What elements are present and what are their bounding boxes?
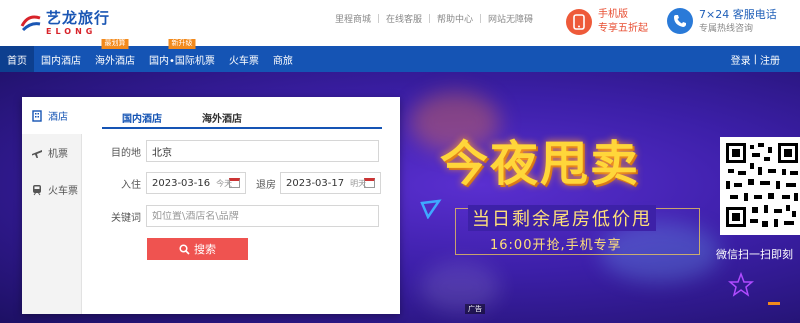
logo-mark-icon <box>20 12 42 34</box>
product-tabs: 酒店 机票 火车票 <box>22 97 82 314</box>
banner-headline: 今夜甩卖 <box>440 136 641 192</box>
register-link[interactable]: 注册 <box>760 52 780 67</box>
nav-label: 海外酒店 <box>95 55 135 67</box>
carousel-indicator[interactable] <box>768 302 780 305</box>
nav-item-home[interactable]: 首页 <box>0 46 34 72</box>
mobile-promo-title: 手机版 <box>598 9 628 20</box>
nav-label: 国内•国际机票 <box>149 55 215 67</box>
keyword-label: 关键词 <box>111 212 141 224</box>
nav-badge: 最划算 <box>101 39 129 49</box>
qr-code-icon <box>720 137 800 235</box>
nav-label: 首页 <box>7 55 27 67</box>
product-tab-label: 酒店 <box>48 112 68 123</box>
checkout-label: 退房 <box>256 179 276 191</box>
product-tab-flight[interactable]: 机票 <box>22 134 81 171</box>
train-icon <box>31 184 43 196</box>
nav-item-business[interactable]: 商旅 <box>266 46 300 72</box>
top-link-online-service[interactable]: 在线客服 <box>386 12 422 25</box>
logo-text-en: ELONG <box>46 26 97 36</box>
main-nav: 首页 国内酒店 最划算 海外酒店 新升级 国内•国际机票 火车票 商旅 登录 |… <box>0 39 800 72</box>
top-link-accessibility[interactable]: 网站无障碍 <box>488 12 533 25</box>
hotel-icon <box>31 109 43 122</box>
hotel-search-panel: 酒店 机票 火车票 国内酒店 海外酒店 目的地 北京 入住 2023-03-16 <box>22 97 400 314</box>
nav-badge: 新升级 <box>168 39 196 49</box>
banner-subline-1: 当日剩余尾房低价甩 <box>468 205 656 231</box>
checkout-date-value: 2023-03-17 <box>286 177 345 189</box>
search-button-label: 搜索 <box>194 244 216 256</box>
checkin-date-field[interactable]: 2023-03-16 今天 <box>146 172 246 194</box>
product-tab-label: 火车票 <box>48 186 78 197</box>
calendar-icon <box>229 178 240 188</box>
destination-value: 北京 <box>152 147 172 159</box>
plane-icon <box>31 147 43 159</box>
product-tab-label: 机票 <box>48 149 68 160</box>
product-tab-hotel[interactable]: 酒店 <box>22 97 82 134</box>
tab-domestic-hotel[interactable]: 国内酒店 <box>102 107 182 127</box>
destination-field[interactable]: 北京 <box>146 140 379 162</box>
search-button[interactable]: 搜索 <box>147 238 248 260</box>
elong-logo[interactable]: 艺龙旅行 ELONG <box>20 8 130 38</box>
search-icon <box>179 243 190 255</box>
tab-overseas-hotel[interactable]: 海外酒店 <box>182 107 262 127</box>
triangle-decoration-icon <box>420 199 442 219</box>
login-separator: | <box>753 53 757 65</box>
phone-icon <box>566 8 592 35</box>
nav-item-train[interactable]: 火车票 <box>222 46 266 72</box>
keyword-field[interactable] <box>146 205 379 227</box>
hotline-title: 7×24 客服电话 <box>699 8 777 21</box>
nav-label: 国内酒店 <box>41 55 81 67</box>
checkin-label: 入住 <box>121 179 141 191</box>
mobile-app-promo[interactable]: 手机版 专享五折起 <box>566 8 648 35</box>
nav-label: 火车票 <box>228 55 259 67</box>
nav-item-domestic-hotel[interactable]: 国内酒店 <box>34 46 88 72</box>
checkout-date-field[interactable]: 2023-03-17 明天 <box>280 172 381 194</box>
hotline-subtitle: 专属热线咨询 <box>699 23 754 34</box>
top-links: 里程商城 在线客服 帮助中心 网站无障碍 <box>335 12 533 25</box>
top-link-help-center[interactable]: 帮助中心 <box>437 12 473 25</box>
checkin-date-value: 2023-03-16 <box>152 177 211 189</box>
keyword-input[interactable] <box>152 210 378 222</box>
banner-subline-2: 16:00开抢,手机专享 <box>490 238 622 253</box>
logo-text-cn: 艺龙旅行 <box>46 8 111 27</box>
nav-item-overseas-hotel[interactable]: 最划算 海外酒店 <box>88 39 142 72</box>
nav-label: 商旅 <box>272 55 293 67</box>
nav-item-flights[interactable]: 新升级 国内•国际机票 <box>142 39 222 72</box>
hotline-promo[interactable]: 7×24 客服电话 专属热线咨询 <box>667 8 777 35</box>
qr-label: 微信扫一扫即刻 <box>716 248 793 261</box>
phone-call-icon <box>667 8 693 35</box>
top-link-mileage-mall[interactable]: 里程商城 <box>335 12 371 25</box>
calendar-icon <box>364 178 375 188</box>
ad-tag: 广告 <box>465 304 485 314</box>
star-decoration-icon <box>728 272 754 297</box>
login-link[interactable]: 登录 <box>731 52 751 67</box>
hotel-type-tabs: 国内酒店 海外酒店 <box>102 107 382 129</box>
destination-label: 目的地 <box>111 147 141 159</box>
login-register: 登录 | 注册 <box>731 46 780 72</box>
product-tab-train[interactable]: 火车票 <box>22 171 81 208</box>
mobile-promo-subtitle: 专享五折起 <box>598 22 648 34</box>
